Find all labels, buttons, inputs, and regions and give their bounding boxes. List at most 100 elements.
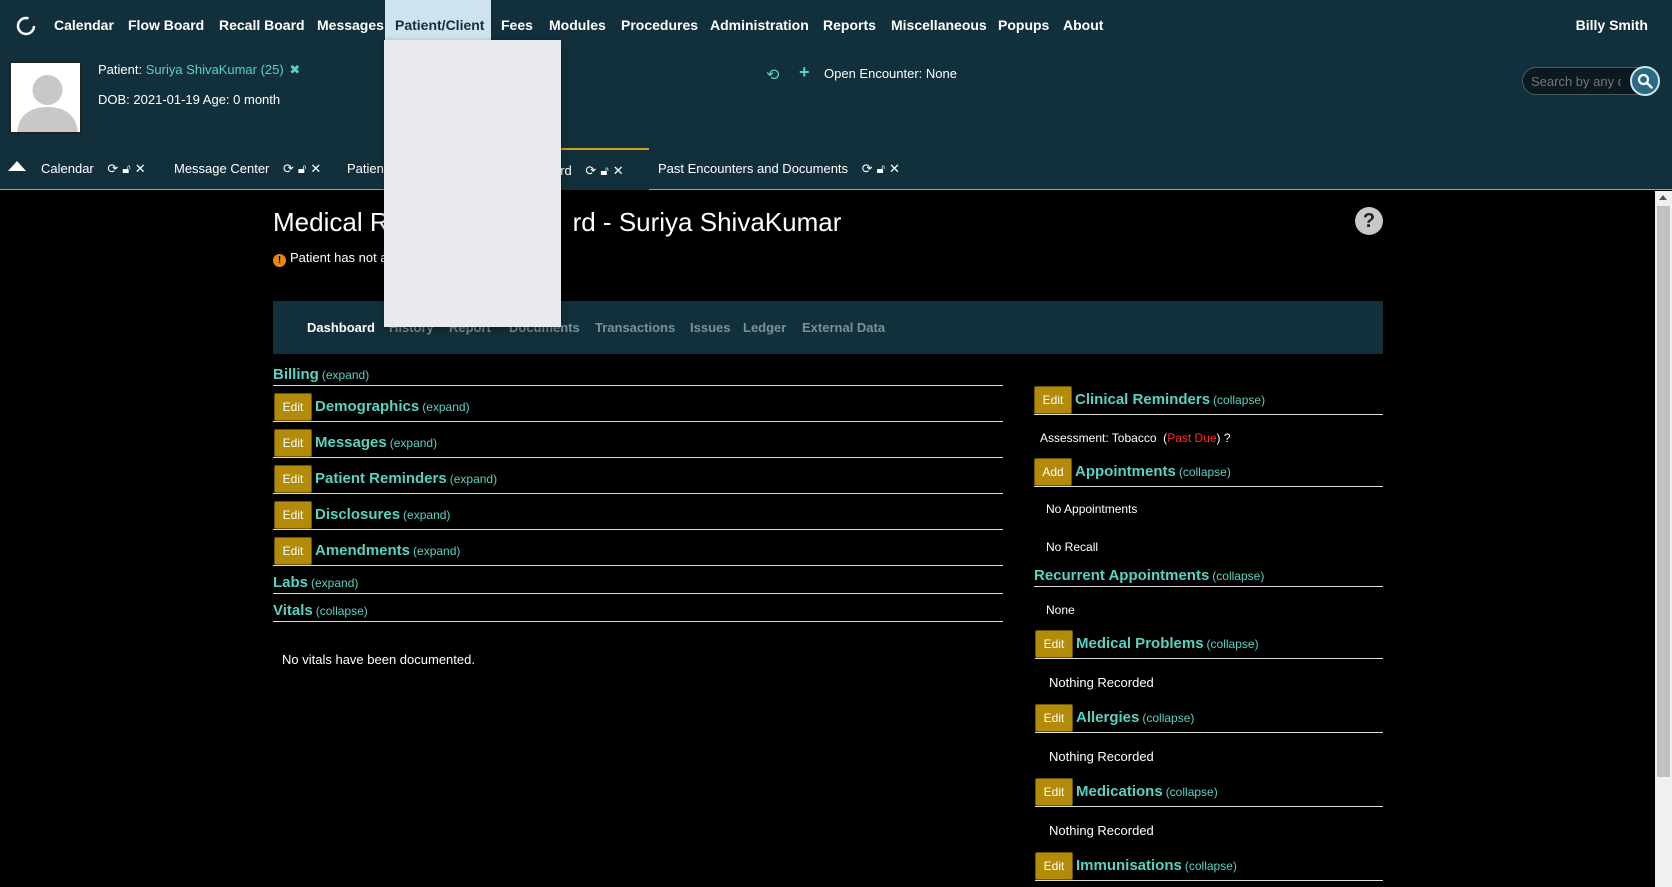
section-toggle[interactable]: (collapse) [1212, 569, 1264, 583]
refresh-icon[interactable]: ⟳ [107, 148, 118, 190]
section-toggle[interactable]: (expand) [422, 400, 469, 414]
divider [1035, 806, 1383, 807]
edit-disclosures-button[interactable]: Edit [274, 501, 312, 529]
app-logo-icon[interactable] [14, 14, 38, 38]
section-toggle[interactable]: (collapse) [1166, 785, 1218, 799]
menu-miscellaneous[interactable]: Miscellaneous [881, 0, 997, 50]
menu-flow-board[interactable]: Flow Board [118, 0, 214, 50]
section-toggle[interactable]: (expand) [450, 472, 497, 486]
section-toggle[interactable]: (collapse) [1213, 393, 1265, 407]
section-toggle[interactable]: (expand) [403, 508, 450, 522]
section-toggle[interactable]: (expand) [322, 368, 369, 382]
menu-popups[interactable]: Popups [988, 0, 1059, 50]
subnav-issues[interactable]: Issues [690, 301, 730, 354]
section-allergies[interactable]: Allergies (collapse) [1076, 709, 1194, 727]
tab-message-center[interactable]: Message Center ⟳ 🔓︎ ✕ [174, 148, 321, 190]
section-toggle[interactable]: (collapse) [1185, 859, 1237, 873]
section-immunisations[interactable]: Immunisations (collapse) [1076, 857, 1237, 875]
close-patient-icon[interactable]: ✖ [289, 62, 300, 77]
edit-allergies-button[interactable]: Edit [1035, 704, 1073, 732]
content-scrollbar[interactable] [1655, 191, 1672, 887]
menu-procedures[interactable]: Procedures [611, 0, 708, 50]
patient-client-dropdown-menu[interactable] [384, 40, 561, 327]
subnav-external-data[interactable]: External Data [802, 301, 885, 354]
user-menu[interactable]: Billy Smith [1576, 0, 1648, 50]
edit-medical-problems-button[interactable]: Edit [1035, 630, 1073, 658]
section-messages[interactable]: Messages (expand) [315, 434, 437, 452]
menu-messages[interactable]: Messages [307, 0, 394, 50]
dashboard-content: Medical R rd - Suriya ShivaKumar ? ! Patie… [0, 191, 1672, 887]
edit-amendments-button[interactable]: Edit [274, 537, 312, 565]
menu-about[interactable]: About [1053, 0, 1113, 50]
close-icon[interactable]: ✕ [135, 148, 146, 190]
section-labs[interactable]: Labs (expand) [273, 574, 358, 592]
section-title: Vitals [273, 602, 313, 619]
section-title: Disclosures [315, 506, 401, 523]
new-encounter-icon[interactable]: + [799, 62, 810, 83]
section-toggle[interactable]: (expand) [311, 576, 358, 590]
subnav-transactions[interactable]: Transactions [595, 301, 675, 354]
encounter-history-icon[interactable]: ⟲ [766, 65, 779, 85]
collapse-header-icon[interactable] [8, 161, 26, 171]
section-medications[interactable]: Medications (collapse) [1076, 783, 1218, 801]
section-toggle[interactable]: (collapse) [1207, 637, 1259, 651]
appointments-empty-text: No Appointments [1046, 502, 1138, 516]
edit-patient-reminders-button[interactable]: Edit [274, 465, 312, 493]
patient-warning: ! Patient has not a [273, 250, 388, 267]
section-toggle[interactable]: (expand) [390, 436, 437, 450]
section-title: Billing [273, 366, 319, 383]
divider [273, 493, 1003, 494]
section-toggle[interactable]: (expand) [413, 544, 460, 558]
scroll-thumb[interactable] [1657, 206, 1670, 777]
unlock-icon[interactable]: 🔓︎ [600, 150, 608, 192]
section-amendments[interactable]: Amendments (expand) [315, 542, 460, 560]
patient-name-link[interactable]: Suriya ShivaKumar (25) [146, 62, 284, 77]
section-disclosures[interactable]: Disclosures (expand) [315, 506, 450, 524]
edit-medications-button[interactable]: Edit [1035, 778, 1073, 806]
search-button[interactable] [1630, 66, 1660, 96]
refresh-icon[interactable]: ⟳ [862, 148, 873, 190]
close-icon[interactable]: ✕ [613, 150, 624, 192]
tab-label: Patien [347, 161, 384, 176]
section-appointments[interactable]: Appointments (collapse) [1075, 463, 1231, 481]
edit-demographics-button[interactable]: Edit [274, 393, 312, 421]
refresh-icon[interactable]: ⟳ [283, 148, 294, 190]
section-title: Patient Reminders [315, 470, 447, 487]
section-demographics[interactable]: Demographics (expand) [315, 398, 470, 416]
unlock-icon[interactable]: 🔓︎ [298, 148, 306, 190]
edit-immunisations-button[interactable]: Edit [1035, 852, 1073, 880]
reminder-info-link[interactable]: ? [1224, 431, 1231, 445]
edit-messages-button[interactable]: Edit [274, 429, 312, 457]
medical-problems-empty-text: Nothing Recorded [1049, 675, 1154, 690]
menu-recall-board[interactable]: Recall Board [209, 0, 315, 50]
section-patient-reminders[interactable]: Patient Reminders (expand) [315, 470, 497, 488]
menu-reports[interactable]: Reports [813, 0, 886, 50]
tab-past-encounters[interactable]: Past Encounters and Documents ⟳ 🔓︎ ✕ [658, 148, 900, 190]
section-billing[interactable]: Billing (expand) [273, 366, 369, 384]
section-title: Immunisations [1076, 857, 1182, 874]
section-vitals[interactable]: Vitals (collapse) [273, 602, 368, 620]
refresh-icon[interactable]: ⟳ [585, 150, 596, 192]
section-toggle[interactable]: (collapse) [1142, 711, 1194, 725]
close-icon[interactable]: ✕ [889, 148, 900, 190]
tab-patient-partial[interactable]: Patien [347, 148, 384, 190]
subnav-dashboard[interactable]: Dashboard [307, 301, 375, 354]
section-medical-problems[interactable]: Medical Problems (collapse) [1076, 635, 1259, 653]
subnav-ledger[interactable]: Ledger [743, 301, 786, 354]
scroll-up-arrow-icon[interactable] [1659, 195, 1667, 200]
add-appointment-button[interactable]: Add [1034, 458, 1072, 486]
menu-calendar[interactable]: Calendar [44, 0, 124, 50]
section-clinical-reminders[interactable]: Clinical Reminders (collapse) [1075, 391, 1265, 409]
tab-calendar[interactable]: Calendar ⟳ 🔓︎ ✕ [41, 148, 146, 190]
section-recurrent-appointments[interactable]: Recurrent Appointments (collapse) [1034, 567, 1264, 585]
close-icon[interactable]: ✕ [310, 148, 321, 190]
unlock-icon[interactable]: 🔓︎ [122, 148, 130, 190]
section-toggle[interactable]: (collapse) [1179, 465, 1231, 479]
unlock-icon[interactable]: 🔓︎ [877, 148, 885, 190]
help-icon[interactable]: ? [1355, 207, 1383, 235]
clinical-reminder-item: Assessment: Tobacco (Past Due) ? [1040, 431, 1231, 445]
edit-clinical-reminders-button[interactable]: Edit [1034, 386, 1072, 414]
section-toggle[interactable]: (collapse) [316, 604, 368, 618]
menu-administration[interactable]: Administration [700, 0, 819, 50]
page-title-end: rd - Suriya ShivaKumar [572, 207, 842, 237]
